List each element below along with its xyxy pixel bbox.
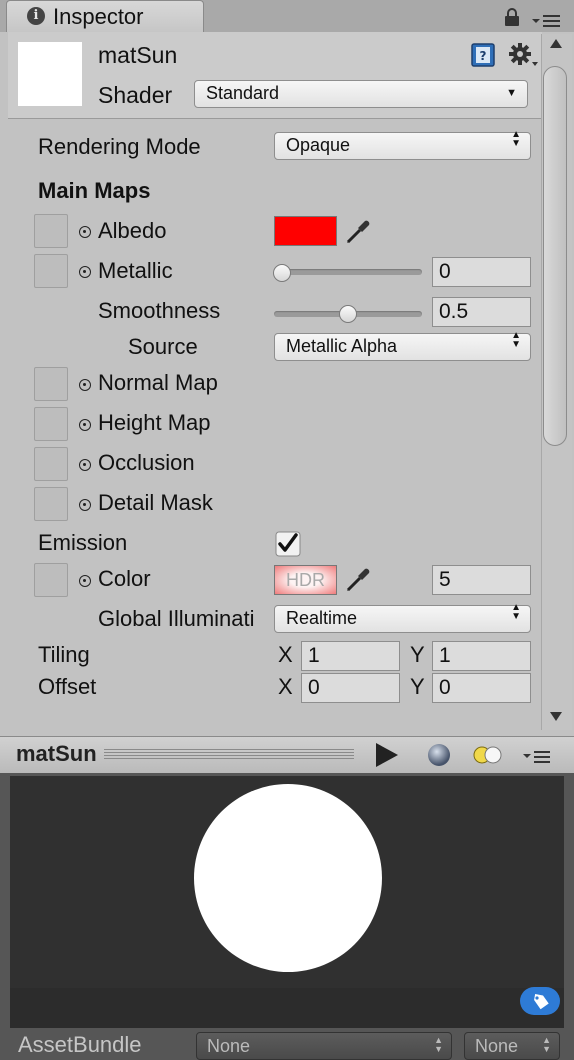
tab-title: Inspector: [53, 4, 144, 29]
assetbundle-value: None: [207, 1036, 251, 1056]
rendering-mode-value: Opaque: [286, 135, 351, 155]
material-thumbnail: [18, 42, 82, 106]
material-preview-sphere: [194, 784, 382, 972]
emission-color-slot[interactable]: [34, 563, 68, 597]
shader-dropdown[interactable]: Standard ▼: [194, 80, 528, 108]
emission-label: Emission: [38, 530, 128, 555]
albedo-texture-slot[interactable]: [34, 214, 68, 248]
metallic-picker-icon[interactable]: [79, 266, 91, 278]
albedo-color-swatch[interactable]: [274, 216, 337, 246]
metallic-slider-handle[interactable]: [273, 264, 291, 282]
emission-color-picker-icon[interactable]: [79, 575, 91, 587]
sphere-preview-icon[interactable]: [426, 742, 452, 768]
source-label: Source: [128, 334, 198, 359]
metallic-label: Metallic: [98, 258, 173, 283]
smoothness-value-field[interactable]: 0.5: [432, 297, 531, 327]
emission-checkbox[interactable]: [275, 531, 301, 557]
preview-floor: [10, 988, 564, 1028]
inspector-tab[interactable]: i Inspector: [6, 0, 204, 32]
preview-title: matSun: [16, 741, 97, 766]
detail-mask-picker-icon[interactable]: [79, 499, 91, 511]
eyedropper-icon[interactable]: [344, 218, 372, 246]
updown-arrow-icon: ▲ ▼: [542, 1035, 551, 1054]
metallic-texture-slot[interactable]: [34, 254, 68, 288]
dropdown-arrow-icon: ▼: [506, 87, 517, 99]
height-map-picker-icon[interactable]: [79, 419, 91, 431]
variant-value: None: [475, 1036, 519, 1056]
play-icon[interactable]: [372, 741, 402, 769]
height-map-slot[interactable]: [34, 407, 68, 441]
emission-intensity-field[interactable]: 5: [432, 565, 531, 595]
shader-value: Standard: [206, 83, 280, 103]
offset-x-field[interactable]: 0: [301, 673, 400, 703]
scrollbar-thumb[interactable]: [543, 66, 567, 446]
tiling-y-field[interactable]: 1: [432, 641, 531, 671]
rendering-mode-label: Rendering Mode: [38, 134, 201, 159]
assetbundle-variant-dropdown[interactable]: None ▲ ▼: [464, 1032, 560, 1060]
tiling-x-label: X: [278, 642, 293, 667]
lighting-toggle-icon[interactable]: [472, 744, 504, 766]
normal-map-label: Normal Map: [98, 370, 218, 395]
source-dropdown[interactable]: Metallic Alpha ▲ ▼: [274, 330, 531, 361]
scroll-down-arrow-icon[interactable]: [548, 710, 564, 724]
updown-arrow-icon: ▲ ▼: [511, 602, 521, 622]
offset-label: Offset: [38, 674, 97, 699]
updown-arrow-icon: ▲ ▼: [434, 1035, 443, 1054]
metallic-value-field[interactable]: 0: [432, 257, 531, 287]
emission-color-label: Color: [98, 566, 151, 591]
gi-value: Realtime: [286, 608, 358, 628]
tiling-label: Tiling: [38, 642, 90, 667]
preview-toolbar: matSun: [0, 736, 574, 774]
material-header: matSun Shader Standard ▼ ?: [8, 32, 542, 119]
tab-menu-icon[interactable]: [530, 12, 562, 28]
height-map-label: Height Map: [98, 410, 211, 435]
svg-text:?: ?: [480, 49, 487, 63]
offset-y-label: Y: [410, 674, 425, 699]
info-icon: i: [27, 7, 45, 25]
smoothness-label: Smoothness: [98, 298, 221, 323]
assetbundle-dropdown[interactable]: None ▲ ▼: [196, 1032, 452, 1060]
hdr-color-swatch[interactable]: HDR: [274, 565, 337, 595]
occlusion-picker-icon[interactable]: [79, 459, 91, 471]
rendering-mode-dropdown[interactable]: Opaque ▲ ▼: [274, 129, 531, 160]
occlusion-label: Occlusion: [98, 450, 195, 475]
material-name: matSun: [98, 42, 178, 68]
detail-mask-label: Detail Mask: [98, 490, 213, 515]
tag-icon[interactable]: [520, 987, 560, 1015]
tiling-x-field[interactable]: 1: [301, 641, 400, 671]
preview-menu-icon[interactable]: [522, 748, 552, 764]
albedo-picker-icon[interactable]: [79, 226, 91, 238]
global-illumination-dropdown[interactable]: Realtime ▲ ▼: [274, 602, 531, 633]
occlusion-slot[interactable]: [34, 447, 68, 481]
help-book-icon[interactable]: ?: [470, 42, 496, 68]
albedo-label: Albedo: [98, 218, 167, 243]
metallic-slider-track[interactable]: [274, 269, 422, 275]
scroll-up-arrow-icon[interactable]: [548, 36, 564, 50]
detail-mask-slot[interactable]: [34, 487, 68, 521]
resize-grip[interactable]: [104, 749, 354, 761]
shader-label: Shader: [98, 82, 173, 108]
updown-arrow-icon: ▲ ▼: [511, 129, 521, 149]
hdr-label: HDR: [286, 570, 325, 590]
eyedropper-icon[interactable]: [344, 566, 372, 594]
updown-arrow-icon: ▲ ▼: [511, 330, 521, 350]
gear-icon[interactable]: [508, 42, 540, 70]
offset-x-label: X: [278, 674, 293, 699]
tiling-y-label: Y: [410, 642, 425, 667]
main-maps-heading: Main Maps: [38, 178, 151, 203]
assetbundle-label: AssetBundle: [18, 1032, 142, 1057]
normal-map-picker-icon[interactable]: [79, 379, 91, 391]
source-value: Metallic Alpha: [286, 336, 398, 356]
lock-icon[interactable]: [504, 8, 520, 26]
smoothness-slider-handle[interactable]: [339, 305, 357, 323]
offset-y-field[interactable]: 0: [432, 673, 531, 703]
global-illumination-label: Global Illuminati: [98, 606, 255, 631]
normal-map-slot[interactable]: [34, 367, 68, 401]
